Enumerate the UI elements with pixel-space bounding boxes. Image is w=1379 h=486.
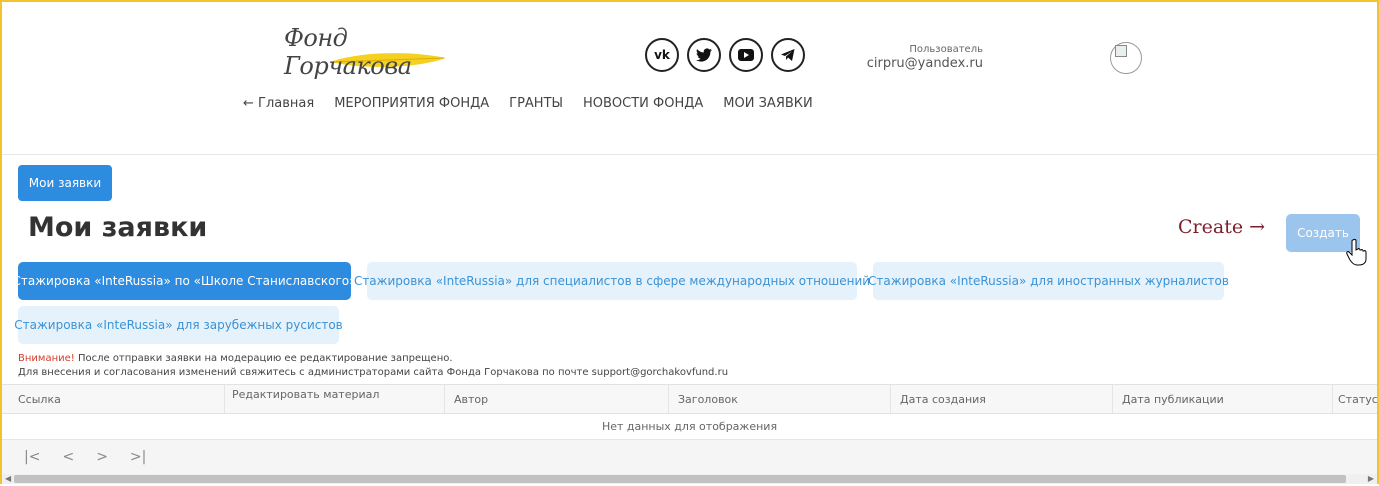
prev-page-button[interactable]: < [62,449,74,465]
column-divider [224,385,225,413]
column-divider [1112,385,1113,413]
scroll-right-icon[interactable]: ▶ [1368,474,1374,484]
logo[interactable]: Фонд Горчакова [284,20,454,80]
tab-journalists[interactable]: Стажировка «InteRussia» для иностранных … [868,262,1229,300]
main-nav: ← Главная МЕРОПРИЯТИЯ ФОНДА ГРАНТЫ НОВОС… [243,96,813,111]
column-created[interactable]: Дата создания [900,385,986,413]
twitter-icon[interactable] [687,38,721,72]
first-page-button[interactable]: |< [24,449,40,465]
moderation-notice: Внимание! После отправки заявки на модер… [18,352,728,380]
page-frame: Фонд Горчакова vk Пользователь cirpru@ya… [0,0,1379,484]
column-title[interactable]: Заголовок [678,385,738,413]
user-caption: Пользователь [909,44,983,55]
table-header: Ссылка Редактировать материал Автор Заго… [2,384,1377,414]
column-author[interactable]: Автор [454,385,488,413]
next-page-button[interactable]: > [96,449,108,465]
column-edit[interactable]: Редактировать материал [232,380,379,408]
pager: |< < > >| [2,440,1377,474]
breadcrumb-button[interactable]: Мои заявки [18,165,112,201]
youtube-icon[interactable] [729,38,763,72]
create-annotation: Create → [1178,216,1266,238]
nav-events-link[interactable]: МЕРОПРИЯТИЯ ФОНДА [334,96,489,111]
column-divider [1332,385,1333,413]
column-divider [890,385,891,413]
column-link[interactable]: Ссылка [18,385,61,413]
notice-line-2: Для внесения и согласования изменений св… [18,367,729,378]
telegram-icon[interactable] [771,38,805,72]
horizontal-scrollbar[interactable]: ◀ ▶ [2,474,1377,484]
nav-home-link[interactable]: ← Главная [243,96,314,111]
avatar[interactable] [1110,42,1142,74]
logo-text: Фонд Горчакова [284,24,412,80]
vk-icon[interactable]: vk [645,38,679,72]
notice-warning: Внимание! [18,353,75,364]
notice-line-1: После отправки заявки на модерацию ее ре… [74,353,453,364]
nav-grants-link[interactable]: ГРАНТЫ [509,96,563,111]
nav-news-link[interactable]: НОВОСТИ ФОНДА [583,96,703,111]
tab-russianists[interactable]: Стажировка «InteRussia» для зарубежных р… [14,306,343,344]
column-divider [668,385,669,413]
scrollbar-thumb[interactable] [14,475,1346,483]
page-title: Мои заявки [28,212,208,243]
column-status[interactable]: Статус [1338,385,1377,413]
hand-cursor-icon [1346,238,1367,266]
scroll-left-icon[interactable]: ◀ [5,474,11,484]
tab-stanislavsky[interactable]: Стажировка «InteRussia» по «Школе Станис… [13,262,357,300]
nav-my-applications-link[interactable]: МОИ ЗАЯВКИ [723,96,812,111]
column-divider [444,385,445,413]
table-empty-row: Нет данных для отображения [2,413,1377,440]
social-links: vk [645,38,805,72]
user-email[interactable]: cirpru@yandex.ru [867,56,983,71]
tab-international-relations[interactable]: Стажировка «InteRussia» для специалистов… [354,262,870,300]
column-published[interactable]: Дата публикации [1122,385,1224,413]
last-page-button[interactable]: >| [130,449,146,465]
header-divider [2,154,1377,155]
